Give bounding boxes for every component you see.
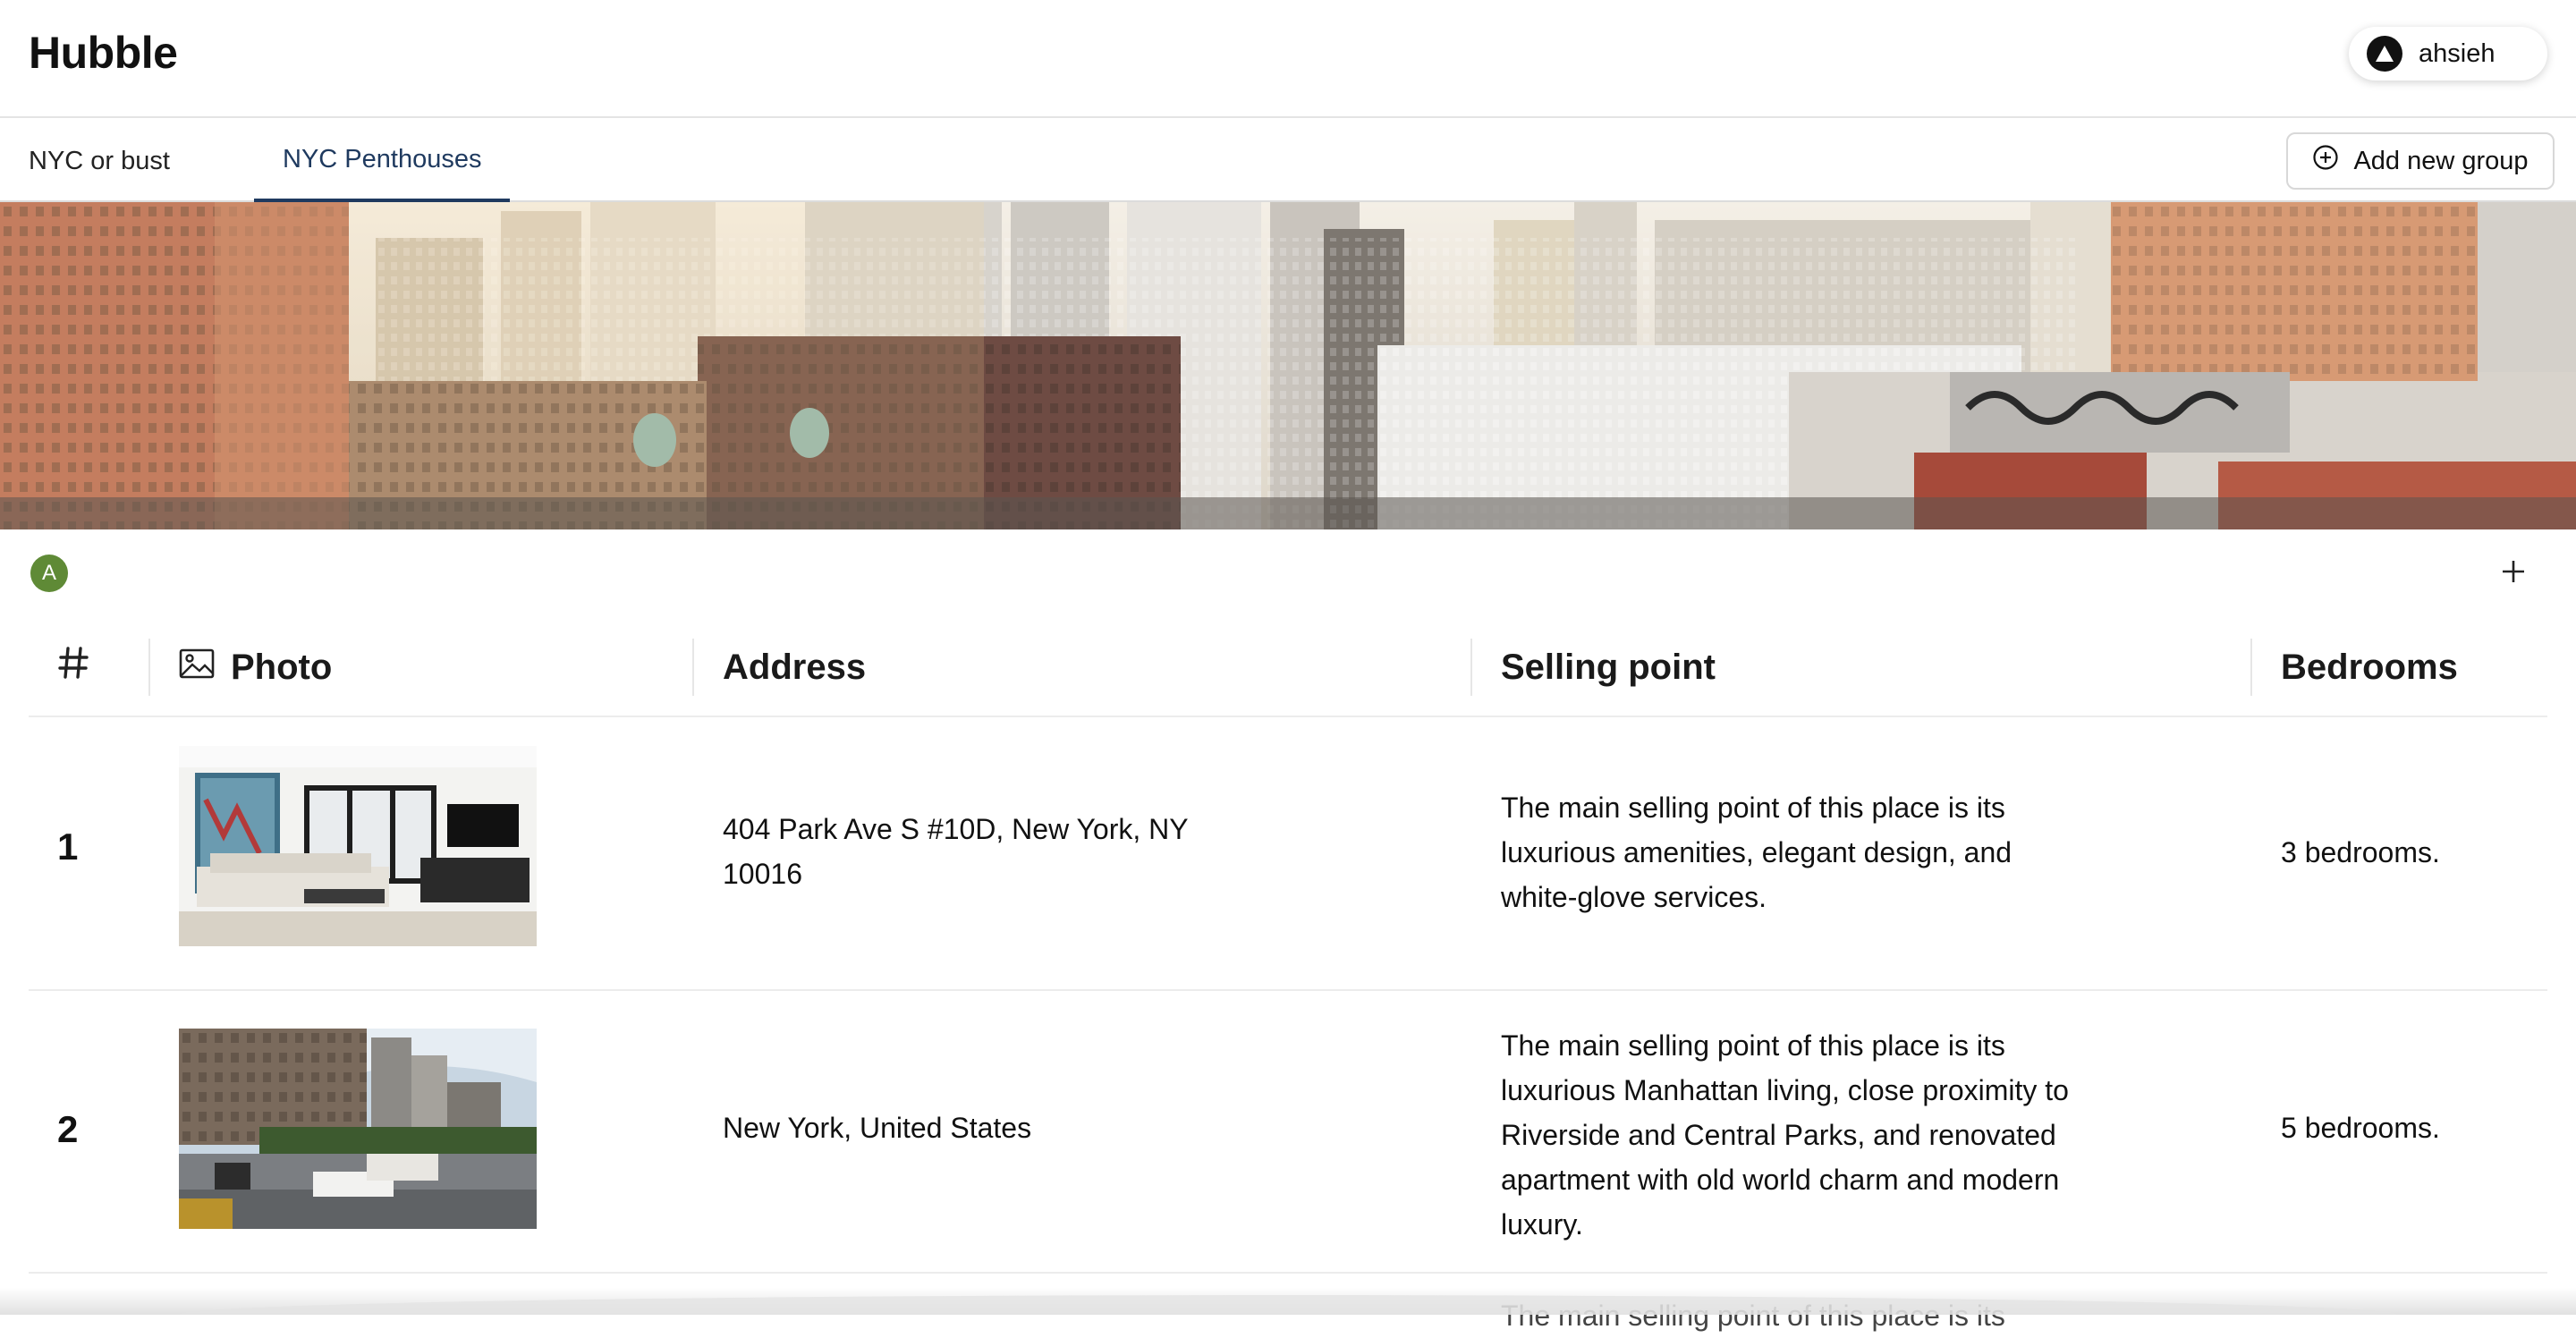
row-selling-point[interactable]: The main selling point of this place is … <box>1501 1023 2073 1247</box>
listing-photo[interactable] <box>179 746 537 946</box>
tab-nyc-or-bust[interactable]: NYC or bust <box>29 120 170 202</box>
column-header-photo-label: Photo <box>231 647 333 687</box>
table-row[interactable]: 2 New York, United States The main selli… <box>29 991 2547 1274</box>
column-header-selling-point[interactable]: Selling point <box>1501 617 1716 717</box>
user-name: ahsieh <box>2419 38 2496 68</box>
add-new-group-button[interactable]: Add new group <box>2286 132 2555 190</box>
row-number: 1 <box>57 826 79 868</box>
row-address[interactable]: New York, United States <box>723 1105 1224 1150</box>
user-menu-button[interactable]: ahsieh <box>2349 27 2547 80</box>
add-new-group-label: Add new group <box>2353 146 2529 175</box>
table-header: Photo Address Selling point Bedrooms <box>29 617 2547 717</box>
listings-table: Photo Address Selling point Bedrooms 1 4… <box>29 617 2547 1332</box>
plus-circle-icon <box>2312 144 2339 178</box>
group-avatar[interactable]: A <box>30 555 68 592</box>
column-header-photo[interactable]: Photo <box>179 617 332 717</box>
column-divider[interactable] <box>148 639 150 696</box>
column-divider[interactable] <box>2250 639 2252 696</box>
plus-icon <box>2500 553 2527 592</box>
row-bedrooms[interactable]: 5 bedrooms. <box>2281 1105 2440 1150</box>
app-title: Hubble <box>29 28 178 78</box>
add-row-button[interactable] <box>2494 553 2533 592</box>
column-header-bedrooms[interactable]: Bedrooms <box>2281 617 2458 717</box>
tab-nyc-penthouses[interactable]: NYC Penthouses <box>254 120 511 202</box>
row-selling-point[interactable]: The main selling point of this place is … <box>1501 785 2073 919</box>
column-header-address[interactable]: Address <box>723 617 866 717</box>
row-bedrooms[interactable]: 3 bedrooms. <box>2281 830 2440 875</box>
image-icon <box>179 648 215 688</box>
triangle-logo-icon <box>2367 36 2402 72</box>
top-bar: Hubble ahsieh <box>0 0 2576 118</box>
column-header-number[interactable] <box>57 617 89 717</box>
hash-icon <box>57 645 89 690</box>
table-row[interactable]: 1 404 Park Ave S #10D, New York, NY 1001… <box>29 717 2547 991</box>
tab-bar: NYC or bust NYC Penthouses Add new group <box>0 120 2576 202</box>
column-divider[interactable] <box>1470 639 1472 696</box>
row-address[interactable]: 404 Park Ave S #10D, New York, NY 10016 <box>723 807 1224 896</box>
cover-banner-image <box>0 202 2576 529</box>
column-divider[interactable] <box>692 639 694 696</box>
listing-photo[interactable] <box>179 1029 537 1229</box>
row-number: 2 <box>57 1108 79 1150</box>
